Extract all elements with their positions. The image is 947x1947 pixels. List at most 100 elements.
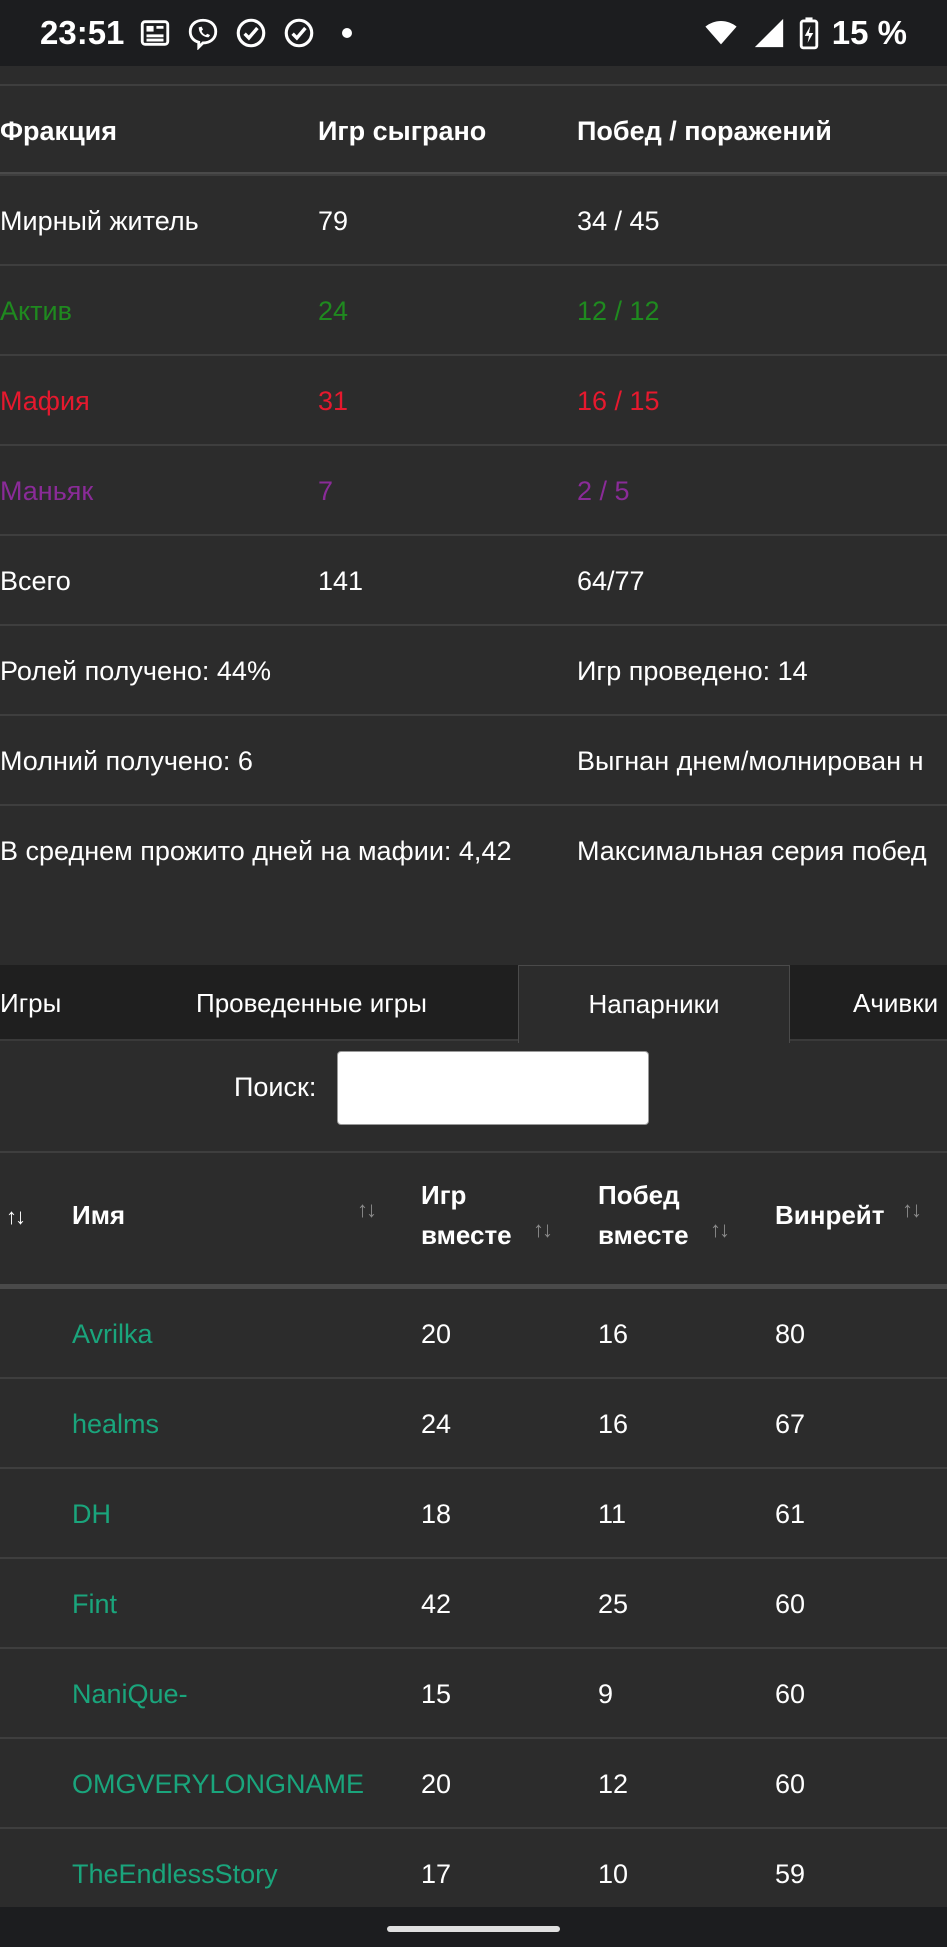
header-wins-losses: Побед / поражений — [577, 115, 832, 146]
partner-winrate: 60 — [775, 1768, 806, 1799]
partners-table-header: ↑↓ Имя ↑↓ Игр вместе ↑↓ Побед вместе ↑↓ … — [0, 1155, 947, 1289]
table-row: healms 24 16 67 — [0, 1379, 947, 1469]
header-wins-line1: Побед — [598, 1180, 680, 1210]
table-row: DH 18 11 61 — [0, 1469, 947, 1559]
faction-name: Мирный житель — [0, 205, 199, 236]
stat-max-win-streak: Максимальная серия побед — [577, 835, 927, 866]
faction-games: 31 — [318, 385, 349, 416]
header-name[interactable]: Имя — [72, 1195, 125, 1235]
header-games-line2: вместе — [421, 1220, 512, 1250]
partner-winrate: 60 — [775, 1678, 806, 1709]
partner-winrate: 60 — [775, 1588, 806, 1619]
partner-name-link[interactable]: OMGVERYLONGNAME — [72, 1739, 364, 1829]
faction-row-mafia: Мафия 31 16 / 15 — [0, 354, 947, 444]
header-wins-line2: вместе — [598, 1220, 689, 1250]
status-bar: 23:51 15 % — [0, 0, 947, 66]
status-time: 23:51 — [40, 14, 125, 51]
header-winrate-label: Винрейт — [775, 1200, 885, 1230]
viber-icon — [189, 18, 218, 50]
faction-wins-losses: 2 / 5 — [577, 475, 630, 506]
faction-wins-losses: 64/77 — [577, 565, 645, 596]
faction-wins-losses: 16 / 15 — [577, 385, 660, 416]
stat-games-hosted: Игр проведено: 14 — [577, 655, 808, 686]
stat-avg-days-mafia: В среднем прожито дней на мафии: 4,42 — [0, 835, 512, 866]
stat-kicked-day: Выгнан днем/молнирован н — [577, 745, 924, 776]
faction-row-maniac: Маньяк 7 2 / 5 — [0, 444, 947, 534]
partner-wins: 25 — [598, 1588, 629, 1619]
table-row: OMGVERYLONGNAME 20 12 60 — [0, 1739, 947, 1829]
faction-stats-table: Фракция Игр сыграно Побед / поражений Ми… — [0, 84, 947, 894]
partner-games: 18 — [421, 1498, 452, 1529]
header-winrate[interactable]: Винрейт — [775, 1195, 885, 1235]
header-games: Игр сыграно — [318, 115, 487, 146]
partner-name-link[interactable]: TheEndlessStory — [72, 1829, 278, 1919]
wifi-icon — [705, 20, 737, 45]
header-games-line1: Игр — [421, 1180, 467, 1210]
header-faction: Фракция — [0, 115, 118, 146]
signal-icon — [754, 18, 783, 48]
stat-row: В среднем прожито дней на мафии: 4,42 Ма… — [0, 804, 947, 894]
home-gesture-handle[interactable] — [387, 1926, 560, 1932]
faction-name: Актив — [0, 295, 72, 326]
faction-table-header: Фракция Игр сыграно Побед / поражений — [0, 84, 947, 174]
partner-wins: 12 — [598, 1768, 629, 1799]
partner-wins: 16 — [598, 1318, 629, 1349]
faction-name: Всего — [0, 565, 71, 596]
partner-games: 20 — [421, 1768, 452, 1799]
faction-games: 79 — [318, 205, 349, 236]
search-area: Поиск: — [0, 1041, 947, 1153]
partner-games: 42 — [421, 1588, 452, 1619]
check-circle-icon — [237, 18, 266, 48]
header-wins-together[interactable]: Побед вместе — [598, 1155, 689, 1289]
tab-achievements[interactable]: Ачивки — [853, 965, 938, 1041]
header-games-together[interactable]: Игр вместе — [421, 1155, 512, 1289]
partner-games: 17 — [421, 1858, 452, 1889]
profile-tabs: Игры Проведенные игры Напарники Ачивки — [0, 965, 947, 1043]
tab-partners[interactable]: Напарники — [518, 965, 790, 1043]
partner-winrate: 80 — [775, 1318, 806, 1349]
partner-games: 15 — [421, 1678, 452, 1709]
partner-games: 20 — [421, 1318, 452, 1349]
table-row: Fint 42 25 60 — [0, 1559, 947, 1649]
table-row: Avrilka 20 16 80 — [0, 1289, 947, 1379]
partner-name-link[interactable]: Avrilka — [72, 1289, 153, 1379]
faction-games: 24 — [318, 295, 349, 326]
stat-row: Ролей получено: 44% Игр проведено: 14 — [0, 624, 947, 714]
faction-name: Маньяк — [0, 475, 94, 506]
faction-row-civilian: Мирный житель 79 34 / 45 — [0, 174, 947, 264]
partner-winrate: 67 — [775, 1408, 806, 1439]
page-content: Фракция Игр сыграно Побед / поражений Ми… — [0, 66, 947, 1947]
header-name-label: Имя — [72, 1200, 126, 1230]
partner-winrate: 59 — [775, 1858, 806, 1889]
table-row: TheEndlessStory 17 10 59 — [0, 1829, 947, 1919]
faction-games: 7 — [318, 475, 334, 506]
tab-games[interactable]: Игры — [0, 965, 61, 1041]
partner-name-link[interactable]: NaniQue- — [72, 1649, 188, 1739]
partner-games: 24 — [421, 1408, 452, 1439]
partner-name-link[interactable]: healms — [72, 1379, 159, 1469]
partner-wins: 9 — [598, 1678, 614, 1709]
search-label: Поиск: — [234, 1071, 317, 1102]
stat-roles-received: Ролей получено: 44% — [0, 655, 271, 686]
faction-games: 141 — [318, 565, 364, 596]
battery-percent: 15 % — [831, 14, 907, 51]
partner-wins: 10 — [598, 1858, 629, 1889]
tab-hosted-games[interactable]: Проведенные игры — [196, 965, 427, 1041]
notification-dot-icon — [342, 28, 353, 38]
battery-charging-icon — [799, 17, 818, 50]
sort-arrows-icon: ↑↓ — [6, 1204, 26, 1229]
faction-row-active: Актив 24 12 / 12 — [0, 264, 947, 354]
faction-row-total: Всего 141 64/77 — [0, 534, 947, 624]
sort-arrows-icon: ↑↓ — [533, 1217, 553, 1242]
check-circle-icon — [285, 18, 314, 48]
partner-name-link[interactable]: Fint — [72, 1559, 117, 1649]
sort-arrows-icon: ↑↓ — [710, 1217, 730, 1242]
partner-name-link[interactable]: DH — [72, 1469, 111, 1559]
search-input[interactable] — [337, 1051, 649, 1125]
system-nav-bar — [0, 1907, 947, 1947]
faction-name: Мафия — [0, 385, 90, 416]
partner-wins: 11 — [598, 1498, 627, 1529]
index-sort-column[interactable]: ↑↓ — [6, 1197, 26, 1237]
partner-wins: 16 — [598, 1408, 629, 1439]
news-icon — [141, 20, 170, 46]
